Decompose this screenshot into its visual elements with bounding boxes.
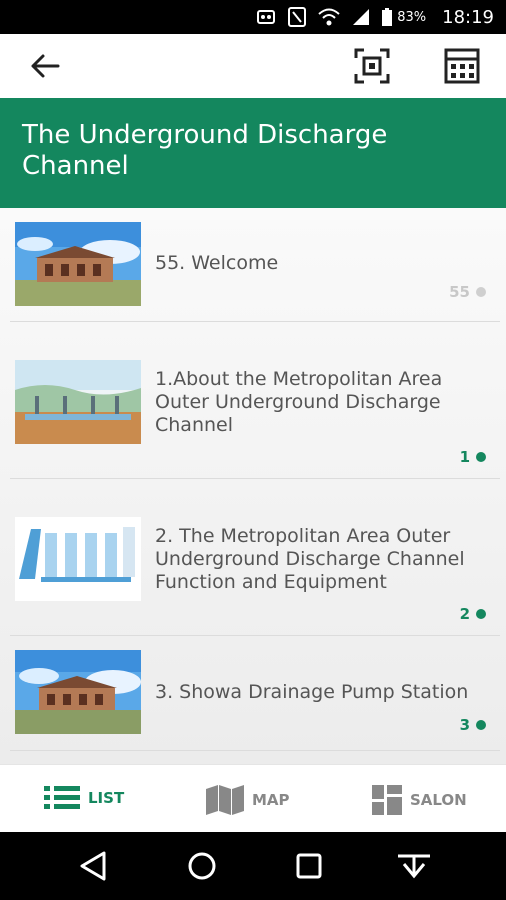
item-title: 2. The Metropolitan Area Outer Undergrou… [155, 525, 465, 593]
notification-icon [257, 10, 276, 24]
item-number: 2 [460, 605, 486, 623]
status-dot [476, 287, 486, 297]
building-thumbnail [15, 222, 141, 306]
item-number: 3 [460, 716, 486, 734]
status-dot [476, 452, 486, 462]
item-number-text: 2 [459, 605, 470, 623]
battery-icon [382, 8, 393, 26]
nav-list[interactable]: LIST [44, 785, 124, 811]
clock: 18:19 [442, 6, 494, 28]
bottom-nav: LIST MAP SALON [0, 764, 506, 833]
item-number-text: 55 [449, 283, 470, 301]
item-number-text: 1 [459, 448, 470, 466]
recents-square-icon[interactable] [294, 850, 324, 882]
item-number: 55 [449, 283, 486, 301]
map-icon [206, 785, 244, 815]
pump-station-thumbnail [15, 650, 141, 734]
item-number-text: 3 [459, 716, 470, 734]
nav-salon-label: SALON [410, 791, 467, 809]
nav-salon[interactable]: SALON [372, 785, 467, 815]
item-title: 1.About the Metropolitan Area Outer Unde… [155, 368, 443, 436]
qr-scan-icon[interactable] [354, 48, 390, 84]
list-item[interactable]: 1.About the Metropolitan Area Outer Unde… [0, 322, 506, 478]
status-bar: 83% 18:19 [0, 0, 506, 34]
nav-map[interactable]: MAP [206, 785, 290, 815]
channel-diagram-thumbnail [15, 360, 141, 444]
system-nav-bar [0, 832, 506, 900]
item-title: 55. Welcome [155, 252, 279, 274]
keypad-icon[interactable] [444, 48, 480, 84]
list-icon [44, 786, 80, 809]
hide-keyboard-icon[interactable] [396, 850, 432, 882]
nfc-icon [288, 7, 307, 27]
page-title: The Underground Discharge Channel [22, 120, 388, 181]
salon-grid-icon [372, 785, 402, 815]
title-banner: The Underground Discharge Channel [0, 98, 506, 208]
back-arrow-icon[interactable] [28, 52, 62, 80]
divider [10, 750, 500, 751]
list-item[interactable]: 55. Welcome 55 [0, 208, 506, 321]
content-list[interactable]: 55. Welcome 55 1.About the Metropolitan … [0, 208, 506, 764]
nav-list-label: LIST [88, 789, 125, 807]
wifi-icon [318, 8, 340, 26]
home-circle-icon[interactable] [186, 850, 218, 882]
signal-icon [353, 9, 370, 25]
battery-percent: 83% [397, 9, 427, 25]
app-bar [0, 34, 506, 98]
list-item[interactable]: 2. The Metropolitan Area Outer Undergrou… [0, 479, 506, 635]
status-dot [476, 720, 486, 730]
item-title: 3. Showa Drainage Pump Station [155, 681, 469, 703]
status-dot [476, 609, 486, 619]
status-icons: 83% 18:19 [255, 6, 494, 28]
back-triangle-icon[interactable] [78, 850, 108, 882]
item-number: 1 [460, 448, 486, 466]
equipment-diagram-thumbnail [15, 517, 141, 601]
nav-map-label: MAP [252, 791, 290, 809]
list-item[interactable]: 3. Showa Drainage Pump Station 3 [0, 636, 506, 750]
